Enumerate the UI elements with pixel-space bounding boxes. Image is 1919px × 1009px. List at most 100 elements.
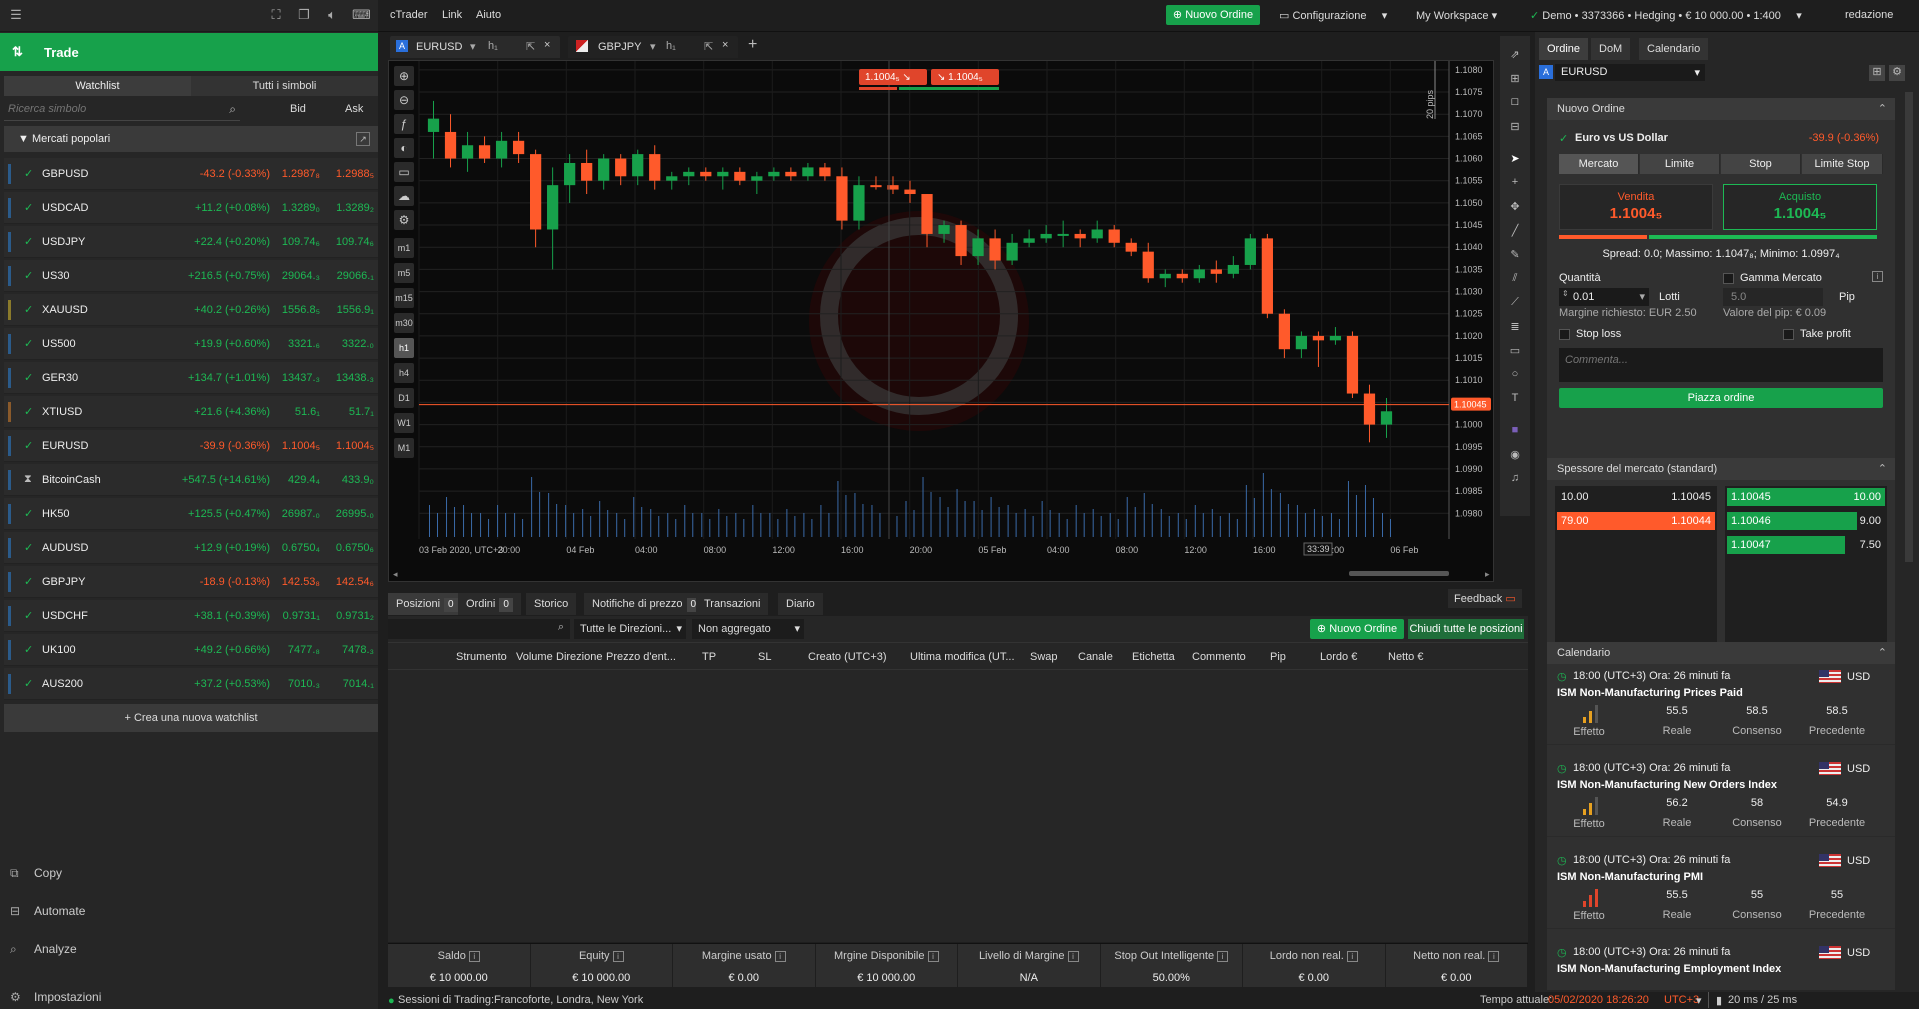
watchlist-row[interactable]: ✓ HK50 +125.5 (+0.47%) 26987.₀ 26995.₀ — [4, 498, 378, 530]
rect-icon[interactable]: ▭ — [1507, 344, 1523, 360]
watchlist-row[interactable]: ✓ US30 +216.5 (+0.75%) 29064.₃ 29066.₁ — [4, 260, 378, 292]
symbol-bid[interactable]: 0.6750₄ — [282, 542, 320, 554]
workspace-menu[interactable]: My Workspace ▾ — [1416, 9, 1497, 22]
chart-canvas[interactable]: 1.1080 1.1075 1.1070 1.1065 1.1060 1.1055 1.10… — [389, 61, 1495, 583]
candle-body[interactable] — [1074, 233, 1086, 239]
candle-body[interactable] — [904, 189, 916, 195]
layout-icon[interactable]: ⊞ — [1869, 65, 1885, 81]
order-type-stop-limit[interactable]: Limite Stop — [1802, 154, 1883, 174]
table-header[interactable]: Creato (UTC+3) — [808, 651, 887, 663]
candle-body[interactable] — [751, 176, 763, 181]
close-all-positions-button[interactable]: Chiudi tutte le posizioni — [1408, 619, 1524, 639]
calendar-event[interactable]: ◷ 18:00 (UTC+3) Ora: 26 minuti fa USD IS… — [1547, 670, 1895, 745]
template-icon[interactable]: ▭ — [394, 162, 414, 182]
calendar-event[interactable]: ◷ 18:00 (UTC+3) Ora: 26 minuti fa USD IS… — [1547, 946, 1895, 990]
scroll-right-icon[interactable]: ▸ — [1485, 569, 1490, 579]
text-icon[interactable]: T — [1507, 392, 1523, 408]
candle-body[interactable] — [1295, 335, 1308, 350]
cursor-icon[interactable]: ➤ — [1507, 152, 1523, 168]
info-icon[interactable]: i — [612, 950, 624, 962]
watchlist-row[interactable]: ✓ AUDUSD +12.9 (+0.19%) 0.6750₄ 0.6750₆ — [4, 532, 378, 564]
positions-search-input[interactable]: ⌕ — [388, 619, 570, 639]
collapse-icon[interactable]: ▼ — [18, 133, 32, 145]
market-range-toggle[interactable]: Gamma Mercato — [1723, 272, 1822, 284]
chevron-up-icon[interactable]: ⌃ — [1878, 642, 1887, 664]
symbol-search-input[interactable] — [4, 99, 214, 119]
nav-copy[interactable]: ⧉ Copy — [10, 866, 62, 881]
candle-body[interactable] — [1023, 238, 1035, 243]
candle-body[interactable] — [1159, 273, 1171, 279]
candle-body[interactable] — [529, 154, 542, 230]
symbol-bid[interactable]: 109.74₆ — [282, 236, 320, 248]
candle-body[interactable] — [785, 171, 797, 177]
market-range-checkbox[interactable] — [1723, 272, 1734, 284]
hamburger-menu-icon[interactable]: ☰ — [8, 8, 24, 22]
candle-body[interactable] — [461, 145, 474, 159]
menu-help[interactable]: Aiuto — [476, 9, 501, 21]
dom-sell-row[interactable]: 10.00 1.10045 — [1557, 488, 1715, 506]
bottom-tab[interactable]: Storico — [526, 593, 577, 615]
symbol-ask[interactable]: 7014.₁ — [343, 678, 374, 690]
gear-icon[interactable]: ⚙ — [1889, 65, 1905, 81]
candle-body[interactable] — [1244, 238, 1256, 265]
chart-tab-timeframe[interactable]: h₁ — [666, 40, 676, 52]
symbol-bid[interactable]: 0.9731₁ — [283, 610, 320, 622]
config-menu[interactable]: ▭ Configurazione ▾ — [1279, 9, 1387, 22]
candle-body[interactable] — [853, 185, 865, 221]
trendline-icon[interactable]: ╱ — [1507, 224, 1523, 240]
order-type-stop[interactable]: Stop — [1721, 154, 1801, 174]
sound-icon[interactable]: 🔈︎ — [324, 8, 340, 22]
crosshair-icon[interactable]: + — [1507, 176, 1523, 192]
chart-tab-gbpjpy[interactable]: GBPJPY ▾ h₁ ⇱ × — [568, 36, 738, 58]
info-icon[interactable]: i — [468, 950, 480, 962]
window-icon[interactable]: ❐ — [296, 8, 312, 22]
candle-body[interactable] — [989, 238, 1001, 261]
watchlist-row[interactable]: ✓ GBPJPY -18.9 (-0.13%) 142.53₈ 142.54₆ — [4, 566, 378, 598]
table-header[interactable]: Netto € — [1388, 651, 1423, 663]
aggregation-filter[interactable]: Non aggregato ▾ — [692, 619, 804, 639]
candle-body[interactable] — [444, 131, 457, 159]
timeframe-button[interactable]: m15 — [394, 288, 414, 308]
symbol-ask[interactable]: 1.1004₅ — [336, 440, 374, 452]
watchlist-row[interactable]: ✓ EURUSD -39.9 (-0.36%) 1.1004₅ 1.1004₅ — [4, 430, 378, 462]
symbol-ask[interactable]: 7478.₃ — [342, 644, 374, 656]
candle-body[interactable] — [512, 140, 525, 155]
candle-body[interactable] — [1091, 229, 1103, 239]
chevron-up-icon[interactable]: ⌃ — [1878, 458, 1887, 480]
top-new-order-button[interactable]: ⊕ Nuovo Ordine — [1166, 5, 1260, 25]
candle-body[interactable] — [683, 171, 695, 177]
dom-buy-row[interactable]: 1.10046 9.00 — [1727, 512, 1885, 530]
settings-icon[interactable]: ⚙ — [394, 210, 414, 230]
candle-body[interactable] — [1006, 242, 1018, 261]
symbol-ask[interactable]: 433.9₀ — [342, 474, 374, 486]
add-chart-icon[interactable]: + — [748, 36, 757, 54]
symbol-ask[interactable]: 29066.₁ — [337, 270, 374, 282]
chart-tab-eurusd[interactable]: A EURUSD ▾ h₁ ⇱ × — [390, 36, 560, 58]
candle-body[interactable] — [478, 145, 491, 159]
menu-ctrader[interactable]: cTrader — [390, 9, 428, 21]
zoom-out-icon[interactable]: ⊖ — [394, 90, 414, 110]
table-header[interactable]: Volume — [516, 651, 553, 663]
chevron-down-icon[interactable]: ▾ — [1696, 994, 1702, 1007]
candle-body[interactable] — [1329, 335, 1342, 341]
info-icon[interactable]: i — [774, 950, 786, 962]
table-header[interactable]: Canale — [1078, 651, 1113, 663]
candle-body[interactable] — [1346, 335, 1359, 394]
candle-body[interactable] — [700, 171, 712, 177]
symbol-ask[interactable]: 1.3289₂ — [336, 202, 374, 214]
symbol-bid[interactable]: 29064.₃ — [282, 270, 320, 282]
watchlist-row[interactable]: ✓ XAUUSD +40.2 (+0.26%) 1556.8₅ 1556.9₁ — [4, 294, 378, 326]
stepper-icon[interactable]: ⇕ — [1562, 289, 1569, 298]
candle-body[interactable] — [802, 167, 814, 177]
watchlist-row[interactable]: ✓ USDCAD +11.2 (+0.08%) 1.3289₀ 1.3289₂ — [4, 192, 378, 224]
timeframe-button[interactable]: h4 — [394, 363, 414, 383]
table-header[interactable]: Commento — [1192, 651, 1246, 663]
chart-scrollbar[interactable] — [1349, 571, 1449, 576]
take-profit-toggle[interactable]: Take profit — [1783, 328, 1851, 340]
symbol-bid[interactable]: 1.1004₅ — [282, 440, 320, 452]
chevron-down-icon[interactable]: ▾ — [470, 40, 476, 53]
candle-body[interactable] — [632, 154, 644, 177]
table-header[interactable]: Etichetta — [1132, 651, 1175, 663]
candle-body[interactable] — [615, 158, 627, 177]
candle-body[interactable] — [1176, 273, 1188, 279]
